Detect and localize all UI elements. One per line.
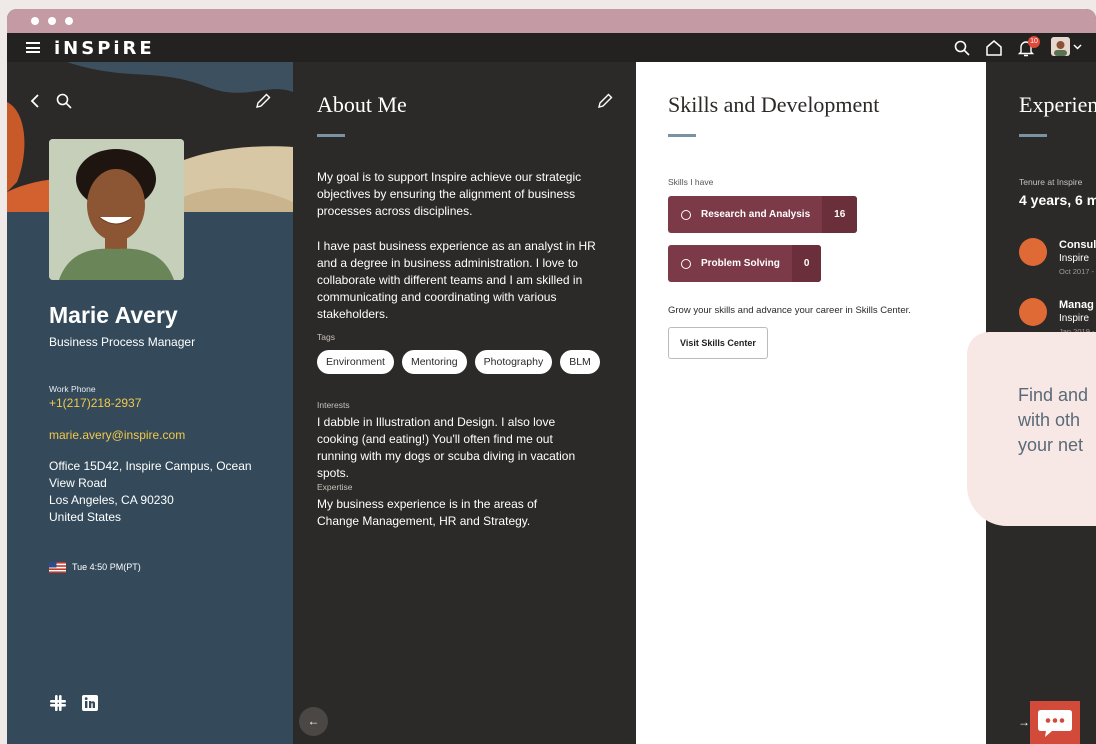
profile-photo: [49, 139, 184, 280]
search-icon[interactable]: [55, 92, 73, 110]
expertise-label: Expertise: [317, 482, 353, 492]
skill-name: Problem Solving: [701, 258, 780, 269]
back-arrow-icon[interactable]: [27, 92, 45, 110]
notification-badge: 10: [1028, 36, 1040, 48]
window-dot[interactable]: [31, 17, 39, 25]
skill-icon: [681, 209, 691, 220]
interests-label: Interests: [317, 400, 350, 410]
chat-button[interactable]: [1030, 701, 1080, 744]
job-date: Oct 2017 -: [1059, 267, 1095, 276]
skill-name: Research and Analysis: [701, 209, 811, 220]
callout-line: your net: [1018, 435, 1084, 455]
work-phone-label: Work Phone: [49, 384, 96, 394]
callout-line: Find and: [1018, 385, 1089, 405]
slack-icon[interactable]: [49, 694, 67, 712]
profile-panel: Marie Avery Business Process Manager Wor…: [7, 62, 293, 744]
skills-label: Skills I have: [668, 177, 714, 187]
home-icon[interactable]: [985, 39, 1003, 57]
tag-chip[interactable]: Photography: [474, 350, 553, 374]
profile-role: Business Process Manager: [49, 335, 196, 349]
window-titlebar: [7, 9, 1096, 33]
profile-name: Marie Avery: [49, 302, 178, 328]
visit-skills-center-button[interactable]: Visit Skills Center: [668, 327, 768, 359]
job-title[interactable]: Manag: [1059, 299, 1094, 311]
app-header: iNSPiRE 10: [7, 33, 1096, 62]
tag-chip[interactable]: Mentoring: [401, 350, 467, 374]
title-underline: [317, 134, 345, 137]
about-experience-text: I have past business experience as an an…: [317, 239, 596, 321]
tag-chip[interactable]: BLM: [560, 350, 600, 374]
tenure-label: Tenure at Inspire: [1019, 177, 1083, 187]
job-company: Inspire: [1059, 313, 1090, 324]
tags-label: Tags: [317, 332, 335, 342]
tag-chip[interactable]: Environment: [317, 350, 394, 374]
window-dot[interactable]: [65, 17, 73, 25]
skill-chip[interactable]: Research and Analysis 16: [668, 196, 858, 233]
interests-text: I dabble in Illustration and Design. I a…: [317, 415, 576, 480]
edit-pencil-icon[interactable]: [254, 92, 272, 110]
email-link[interactable]: marie.avery@inspire.com: [49, 428, 185, 442]
skills-prompt-text: Grow your skills and advance your career…: [668, 305, 911, 316]
skill-count: 16: [822, 196, 858, 233]
about-me-panel: About Me My goal is to support Inspire a…: [293, 62, 636, 744]
app-window: iNSPiRE 10 Marie Avery Business Process …: [7, 9, 1096, 744]
search-icon[interactable]: [953, 39, 971, 57]
expertise-text: My business experience is in the areas o…: [317, 497, 538, 528]
skill-icon: [681, 258, 691, 269]
local-time: Tue 4:50 PM(PT): [72, 562, 141, 572]
menu-icon[interactable]: [26, 42, 40, 53]
skill-chip[interactable]: Problem Solving 0: [668, 245, 822, 282]
address-line: Los Angeles, CA 90230: [49, 493, 174, 507]
window-dot[interactable]: [48, 17, 56, 25]
tenure-value: 4 years, 6 m: [1019, 192, 1096, 208]
title-underline: [1019, 134, 1047, 137]
chat-bubble-icon: [1038, 710, 1072, 737]
office-address: Office 15D42, Inspire Campus, Ocean View…: [49, 458, 252, 526]
address-line: View Road: [49, 476, 107, 490]
skill-count: 0: [791, 245, 822, 282]
network-callout-text: Find and with oth your net: [1018, 383, 1088, 458]
address-line: United States: [49, 510, 122, 524]
job-title[interactable]: Consul: [1059, 239, 1096, 251]
job-company: Inspire: [1059, 253, 1090, 264]
work-phone-link[interactable]: +1(217)218-2937: [49, 396, 141, 410]
skills-panel: Skills and Development Skills I have Res…: [636, 62, 986, 744]
job-icon: [1019, 298, 1047, 326]
app-logo: iNSPiRE: [54, 38, 155, 59]
user-avatar[interactable]: [1051, 37, 1070, 56]
address-line: Office 15D42, Inspire Campus, Ocean: [49, 459, 252, 473]
panel-title: Skills and Development: [668, 92, 880, 117]
panel-title: Experien: [1019, 92, 1096, 117]
linkedin-icon[interactable]: [81, 694, 99, 712]
edit-pencil-icon[interactable]: [596, 92, 614, 110]
callout-line: with oth: [1018, 410, 1081, 430]
title-underline: [668, 134, 696, 137]
tag-list: Environment Mentoring Photography BLM: [317, 350, 600, 374]
forward-arrow-icon[interactable]: →: [1018, 715, 1030, 729]
us-flag-icon: [49, 562, 66, 573]
job-icon: [1019, 238, 1047, 266]
panel-title: About Me: [317, 92, 407, 117]
about-goal-text: My goal is to support Inspire achieve ou…: [317, 170, 582, 218]
chevron-down-icon[interactable]: [1072, 41, 1083, 52]
back-arrow-button[interactable]: ←: [299, 707, 328, 736]
